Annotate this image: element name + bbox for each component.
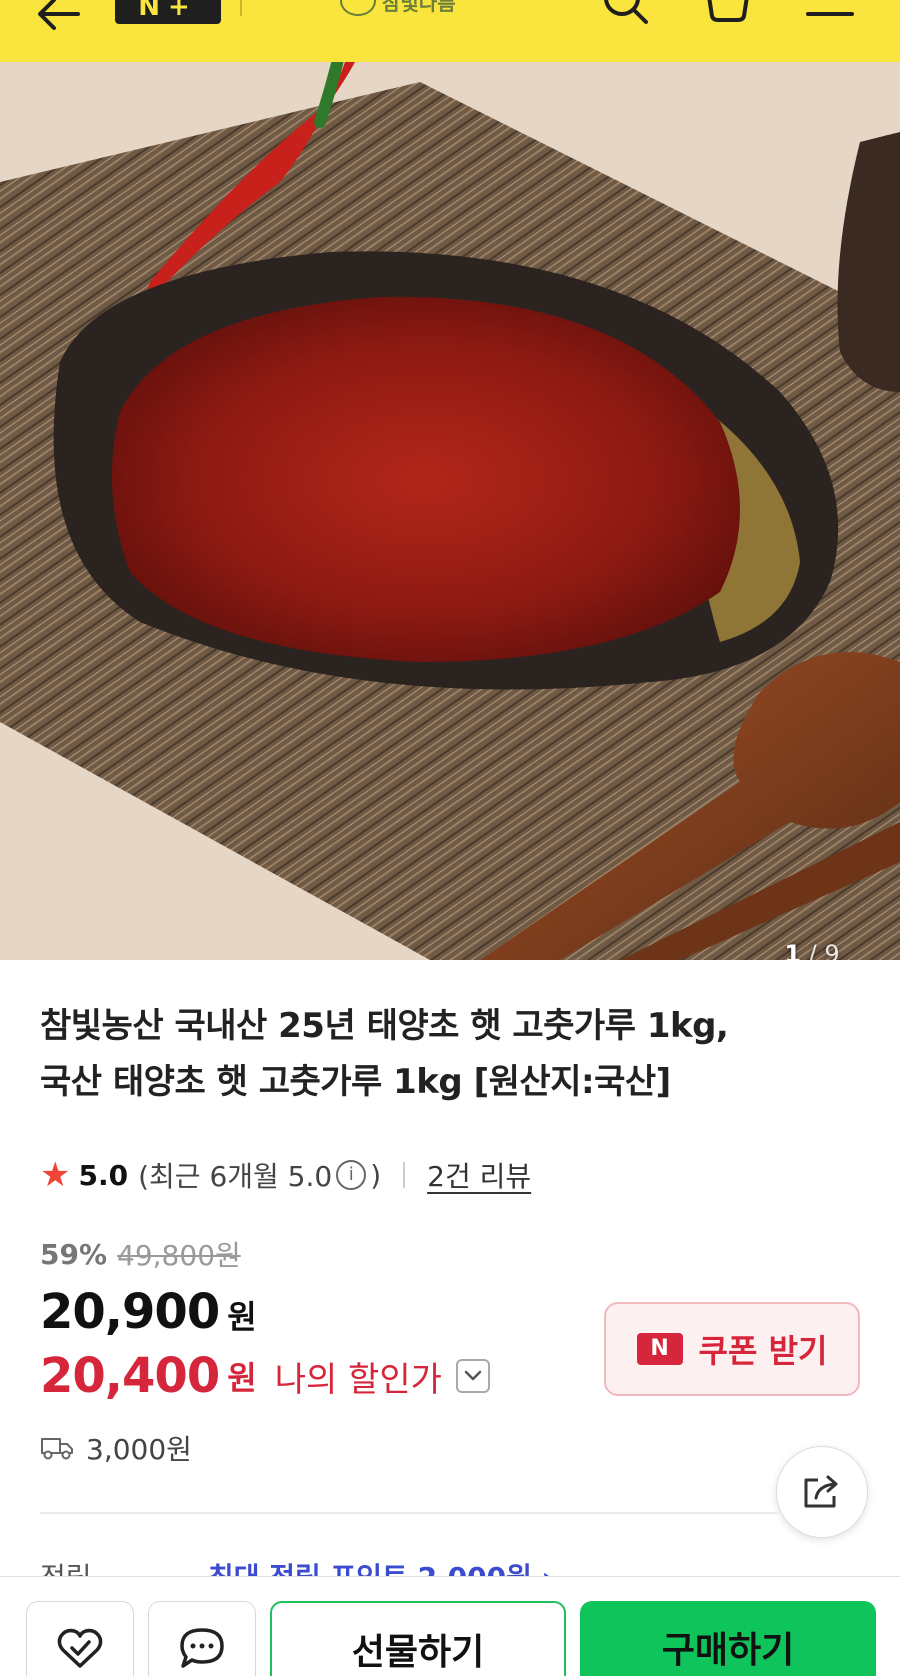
chevron-down-icon[interactable] <box>455 1359 490 1393</box>
get-coupon-label: 쿠폰 받기 <box>698 1332 828 1370</box>
wishlist-button[interactable] <box>26 1601 134 1676</box>
star-icon: ★ <box>40 1155 71 1195</box>
my-discount-price-unit: 원 <box>227 1359 257 1397</box>
rating-separator <box>403 1162 406 1188</box>
get-coupon-button[interactable]: N 쿠폰 받기 <box>604 1302 860 1396</box>
image-separator: / <box>801 940 825 960</box>
product-title-line-1: 참빛농산 국내산 25년 태양초 햇 고춧가루 1kg, <box>40 1006 729 1046</box>
rating-row: ★ 5.0 (최근 6개월 5.0 i ) 2건 리뷰 <box>40 1154 531 1196</box>
product-title: 참빛농산 국내산 25년 태양초 햇 고춧가루 1kg, 국산 태양초 햇 고춧… <box>40 998 840 1110</box>
store-leaf-icon <box>340 0 376 16</box>
my-discount-price-row: 20,400 원 나의 할인가 <box>40 1346 490 1406</box>
gift-button[interactable]: 선물하기 <box>270 1601 566 1676</box>
image-total-count: 9 <box>824 940 840 960</box>
my-discount-price-label: 나의 할인가 <box>274 1359 442 1400</box>
share-button[interactable] <box>776 1446 868 1538</box>
shipping-info: 3,000원 <box>40 1428 192 1468</box>
original-price: 49,800원 <box>117 1239 241 1272</box>
discount-rate: 59% <box>40 1237 108 1271</box>
product-photo <box>0 62 900 960</box>
store-brand[interactable]: 참빛다름 <box>340 0 456 16</box>
image-current-index: 1 <box>784 940 802 960</box>
rating-score: 5.0 <box>78 1158 129 1192</box>
naver-coupon-icon: N <box>636 1333 683 1365</box>
sale-price-row: 20,900 원 <box>40 1284 257 1340</box>
cart-icon[interactable] <box>702 0 754 26</box>
sale-price-unit: 원 <box>227 1298 257 1336</box>
top-header: N+ 참빛다름 <box>0 0 900 62</box>
recent-rating-suffix: ) <box>370 1158 382 1192</box>
search-icon[interactable] <box>600 0 652 26</box>
naver-plus-logo[interactable]: N+ <box>115 0 221 24</box>
store-brand-name: 참빛다름 <box>382 0 456 15</box>
sale-price: 20,900 <box>40 1284 220 1340</box>
buy-button[interactable]: 구매하기 <box>580 1601 876 1676</box>
recent-rating-prefix: (최근 6개월 5.0 <box>138 1160 333 1193</box>
menu-icon[interactable] <box>804 0 856 26</box>
my-discount-price: 20,400 <box>40 1348 220 1404</box>
back-arrow-icon[interactable] <box>34 0 84 34</box>
image-page-counter: 1 / 9 <box>770 934 854 960</box>
shipping-fee: 3,000원 <box>86 1433 192 1466</box>
product-image-carousel[interactable]: 1 / 9 <box>0 62 900 960</box>
bottom-action-bar: 선물하기 구매하기 <box>0 1576 900 1676</box>
delivery-truck-icon <box>41 1438 73 1460</box>
header-divider <box>240 0 242 16</box>
discount-row: 59% 49,800원 <box>40 1234 241 1274</box>
product-title-line-2: 국산 태양초 햇 고춧가루 1kg [원산지:국산] <box>40 1062 671 1102</box>
chat-button[interactable] <box>148 1601 256 1676</box>
review-count-link[interactable]: 2건 리뷰 <box>427 1155 531 1195</box>
heart-check-icon <box>57 1628 103 1668</box>
section-divider <box>40 1512 780 1514</box>
share-icon <box>804 1475 838 1508</box>
chat-bubble-icon <box>180 1628 224 1668</box>
info-icon[interactable]: i <box>336 1160 367 1190</box>
